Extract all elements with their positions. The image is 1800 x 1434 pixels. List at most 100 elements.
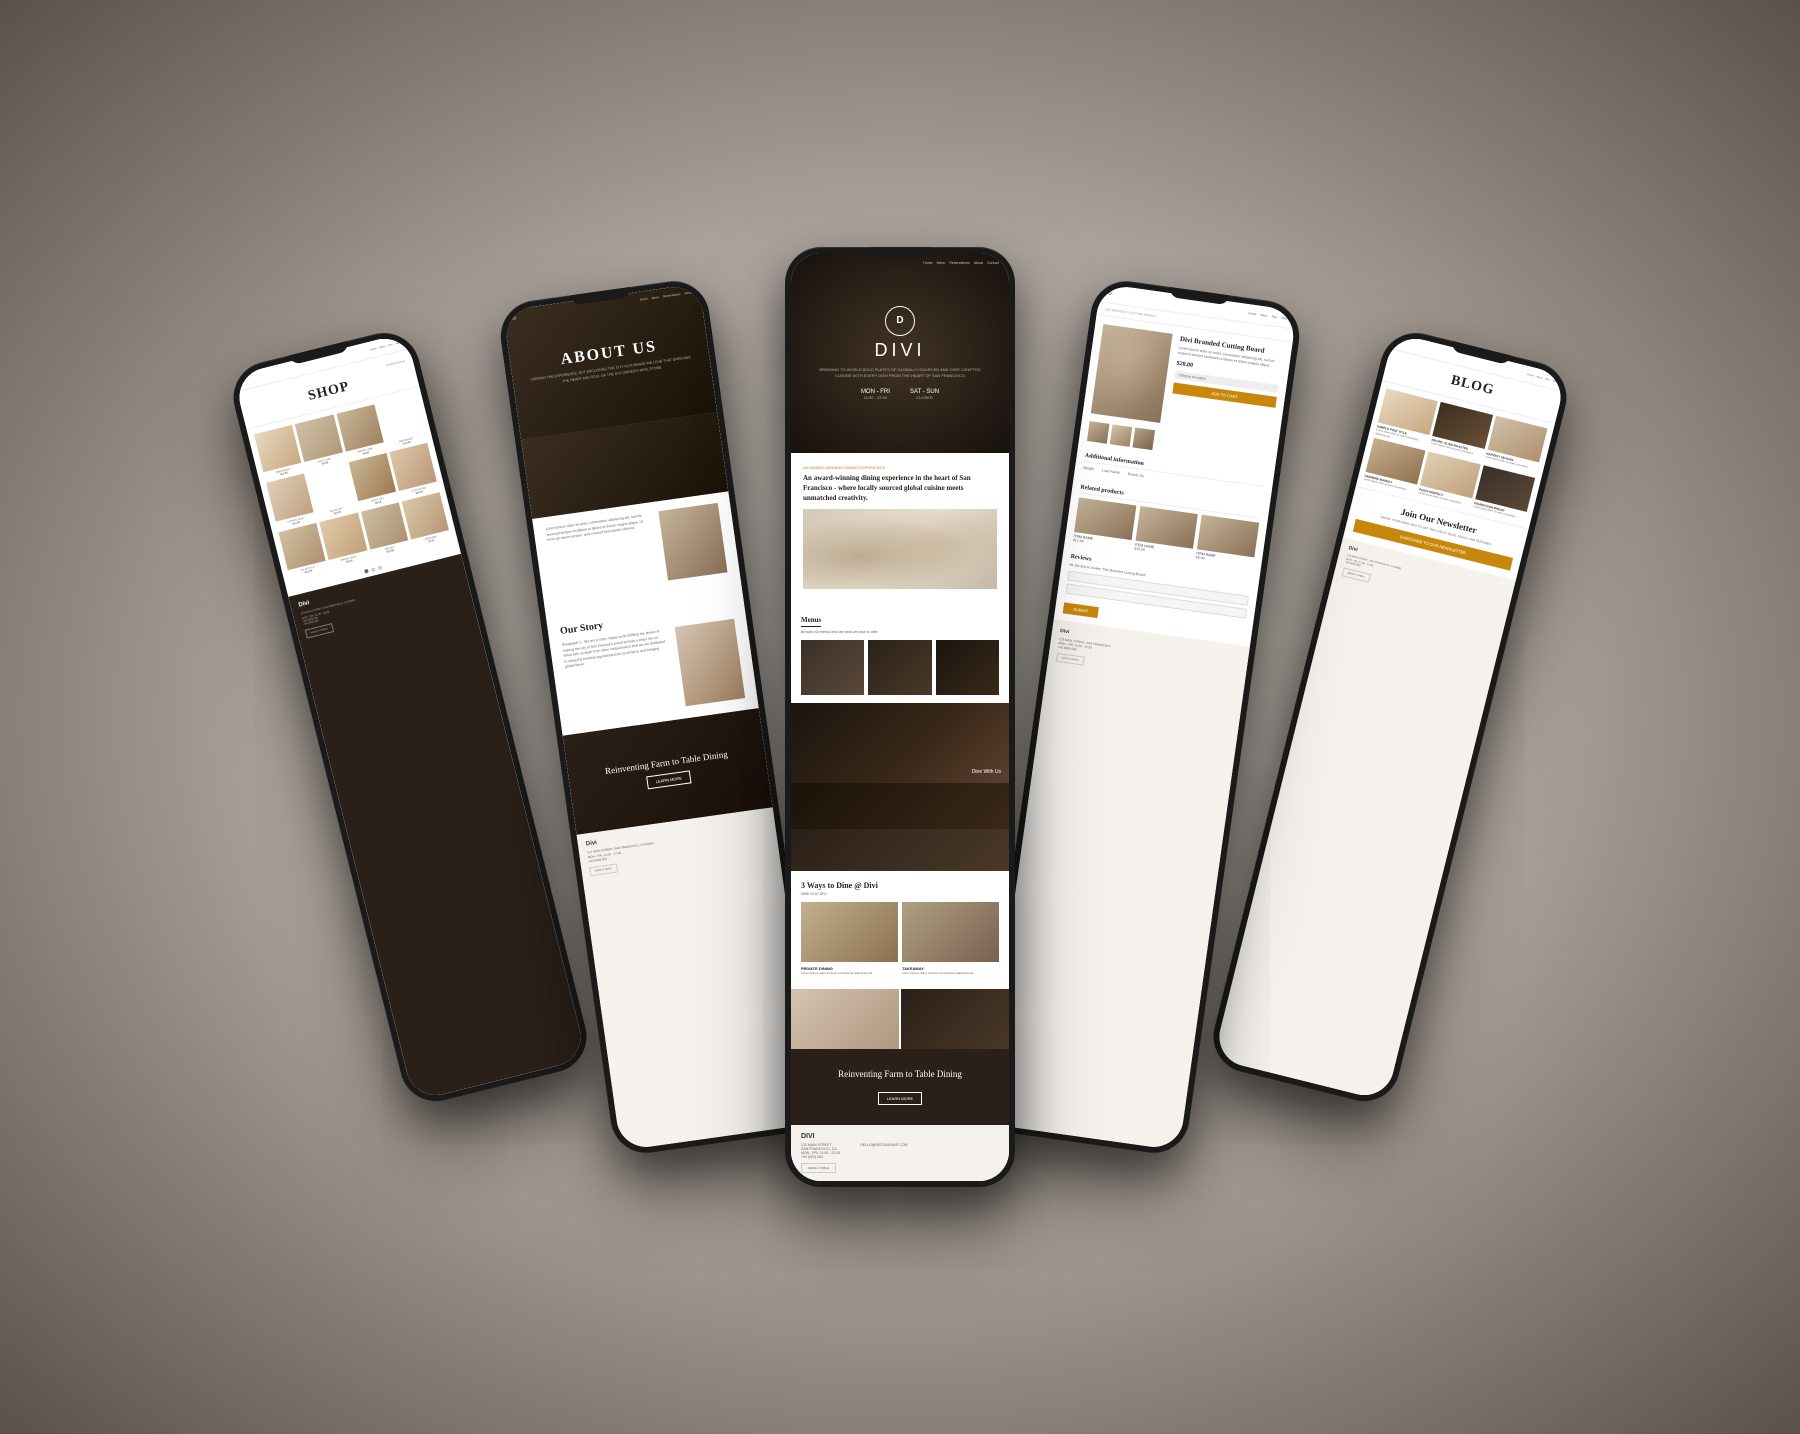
blog-post-4[interactable]: FARMERS MARKET Lorem ipsum dolor sit ame… xyxy=(1363,438,1426,494)
about-story-image xyxy=(675,619,746,707)
product-main-image xyxy=(1091,324,1173,423)
list-item[interactable]: BREAD ROLL $5.99 xyxy=(319,512,369,567)
product-info-panel: Divi Branded Cutting Board Lorem ipsum d… xyxy=(1168,335,1284,439)
product-image xyxy=(336,404,384,452)
divi-screen: Home Menu Reservations About Contact D D… xyxy=(791,253,1009,1181)
divi-gallery-item-2 xyxy=(901,989,1009,1049)
related-item-2[interactable]: ITEM NAME $15.99 xyxy=(1134,506,1198,559)
divi-dark-section-1 xyxy=(791,783,1009,829)
list-item[interactable]: COFFEE MUG $14.99 xyxy=(266,474,316,529)
blog-nav-menu[interactable]: Menu xyxy=(1536,375,1543,379)
divi-award-tag: AN AWARD-WINNING DINING EXPERIENCE xyxy=(803,465,997,470)
divi-3ways-section: 3 Ways to Dine @ Divi DINE IN AT DIVI PR… xyxy=(791,871,1009,990)
divi-hero-section: Home Menu Reservations About Contact D D… xyxy=(791,253,1009,453)
list-item[interactable]: FULL LOAF $8.99 xyxy=(295,415,345,470)
product-nav-shop[interactable]: Shop xyxy=(1281,316,1289,321)
about-nav-res[interactable]: Reservations xyxy=(663,292,681,300)
divi-award-image xyxy=(803,509,997,589)
blog-nav-logo: ⊙ xyxy=(1397,339,1403,346)
list-item[interactable]: JAR SET $15.99 xyxy=(360,502,410,557)
product-nav-home[interactable]: Home xyxy=(1248,311,1256,316)
list-item[interactable]: BREAKFAST $12.99 xyxy=(254,425,304,480)
blog-nav-res[interactable]: Res xyxy=(1545,377,1550,381)
blog-footer-cta[interactable]: MAKE A TABLE xyxy=(1342,567,1371,582)
divi-nav-contact[interactable]: Contact xyxy=(987,261,999,265)
divi-footer-cta[interactable]: MAKE A TABLE xyxy=(801,1163,836,1173)
about-nav-about[interactable]: About xyxy=(684,290,693,297)
divi-nav-home[interactable]: Home xyxy=(923,261,932,265)
product-nav-res[interactable]: Res xyxy=(1271,314,1277,319)
divi-way-1-image xyxy=(801,902,898,962)
blog-nav-links: Home Menu Res About xyxy=(1527,373,1560,384)
list-item[interactable]: OIL BOTTLE $11.99 xyxy=(278,522,328,577)
divi-menu-item-2[interactable] xyxy=(868,640,931,695)
page-dot-1[interactable] xyxy=(364,569,369,574)
divi-gallery-section xyxy=(791,989,1009,1049)
divi-menus-row xyxy=(801,640,999,695)
shop-nav-res[interactable]: Res xyxy=(388,343,393,347)
divi-3ways-items-row: PRIVATE DINING Lorem ipsum dolor sit ame… xyxy=(801,902,999,976)
about-nav-menu[interactable]: Menu xyxy=(651,295,659,302)
about-hero-text: ABOUT US DRIVING THE EXPERIENCE, BUT ENC… xyxy=(510,331,711,391)
product-image xyxy=(319,512,367,560)
product-nav-menu[interactable]: Menu xyxy=(1260,313,1268,318)
product-thumb-1[interactable] xyxy=(1087,421,1110,444)
divi-menus-title: Menus xyxy=(801,616,821,627)
about-nav-home[interactable]: Home xyxy=(640,297,649,304)
divi-menu-item-1[interactable] xyxy=(801,640,864,695)
list-item[interactable]: BREAKFAST $10.99 xyxy=(377,394,427,449)
page-dot-3[interactable] xyxy=(378,565,383,570)
divi-nav-about[interactable]: About xyxy=(974,261,983,265)
divi-farm-button[interactable]: LEARN MORE xyxy=(878,1092,922,1105)
blog-post-1[interactable]: SAMPLE POST TITLE Lorem ipsum dolor sit … xyxy=(1375,388,1438,447)
blog-nav-about[interactable]: About xyxy=(1552,379,1559,383)
related-item-3[interactable]: ITEM NAME $9.99 xyxy=(1195,515,1259,568)
related-img-1 xyxy=(1074,498,1136,541)
blog-post-6[interactable]: SOURDOUGH BREAD Lorem ipsum dolor sit am… xyxy=(1473,465,1536,521)
divi-nav-menu[interactable]: Menu xyxy=(937,261,946,265)
related-item-1[interactable]: ITEM NAME $12.99 xyxy=(1073,498,1137,551)
list-item[interactable]: CUTTING BD $28.00 xyxy=(389,443,439,498)
shop-logo: ⊙ xyxy=(240,378,246,385)
product-image xyxy=(360,502,408,550)
divi-way-1-text: Lorem ipsum dolor sit amet consectetur a… xyxy=(801,971,898,976)
about-story-text: Paragraph 1 - We are a story, happy to b… xyxy=(562,628,678,722)
divi-menu-item-3[interactable] xyxy=(936,640,999,695)
related-img-2 xyxy=(1135,506,1197,549)
product-image xyxy=(377,394,425,442)
list-item[interactable]: HERB MIX $7.99 xyxy=(401,492,451,547)
divi-farm-title: Reinventing Farm to Table Dining xyxy=(801,1069,999,1081)
product-submit-review-button[interactable]: SUBMIT xyxy=(1063,603,1099,619)
divi-3ways-title: 3 Ways to Dine @ Divi xyxy=(801,881,999,890)
about-footer-cta[interactable]: MAKE A TABLE xyxy=(589,863,618,876)
about-intro-text: Lorem ipsum dolor sit amet, consectetur … xyxy=(545,512,652,543)
product-image xyxy=(348,453,396,501)
page-dot-2[interactable] xyxy=(371,567,376,572)
shop-nav-menu[interactable]: Menu xyxy=(379,344,386,348)
divi-nav-res[interactable]: Reservations xyxy=(949,261,969,265)
divi-way-2-image xyxy=(902,902,999,962)
about-nav-logo: ⊙ xyxy=(512,315,517,322)
divi-way-1: PRIVATE DINING Lorem ipsum dolor sit ame… xyxy=(801,902,898,976)
blog-post-3[interactable]: HARVEST SEASON Lorem ipsum dolor sit ame… xyxy=(1484,416,1547,475)
product-thumb-3[interactable] xyxy=(1132,428,1155,451)
product-footer: Divi 123 MAIN STREET, SAN FRANCISCO MON … xyxy=(983,619,1250,1150)
list-item[interactable]: SPICE SET $9.99 xyxy=(348,453,398,508)
blog-post-5[interactable]: PASTA PERFECT Lorem ipsum dolor sit amet… xyxy=(1418,451,1481,507)
phone-divi-home: Home Menu Reservations About Contact D D… xyxy=(785,247,1015,1187)
product-thumb-2[interactable] xyxy=(1110,424,1133,447)
shop-nav-home[interactable]: Home xyxy=(370,347,377,352)
product-image xyxy=(266,474,314,522)
product-image xyxy=(278,522,326,570)
blog-nav-home[interactable]: Home xyxy=(1527,373,1534,378)
product-footer-cta[interactable]: MAKE A TABLE xyxy=(1056,653,1085,666)
list-item[interactable]: GLASS SET $18.99 xyxy=(307,463,357,518)
divi-phone-notch xyxy=(870,247,930,257)
about-nav-links: Home Menu Reservations About xyxy=(640,290,693,303)
blog-post-2[interactable]: RECIPE: SLOW ROASTED Lorem ipsum dolor s… xyxy=(1429,402,1492,461)
divi-footer-email: HELLO@RESTAURANT.COM xyxy=(860,1143,907,1147)
shop-nav-about[interactable]: About xyxy=(395,340,402,344)
shop-footer-cta[interactable]: MAKE A TABLE xyxy=(305,623,334,638)
product-nav-links: Home Menu Res Shop xyxy=(1248,311,1288,321)
list-item[interactable]: BREAD LOAF $6.99 xyxy=(336,404,386,459)
